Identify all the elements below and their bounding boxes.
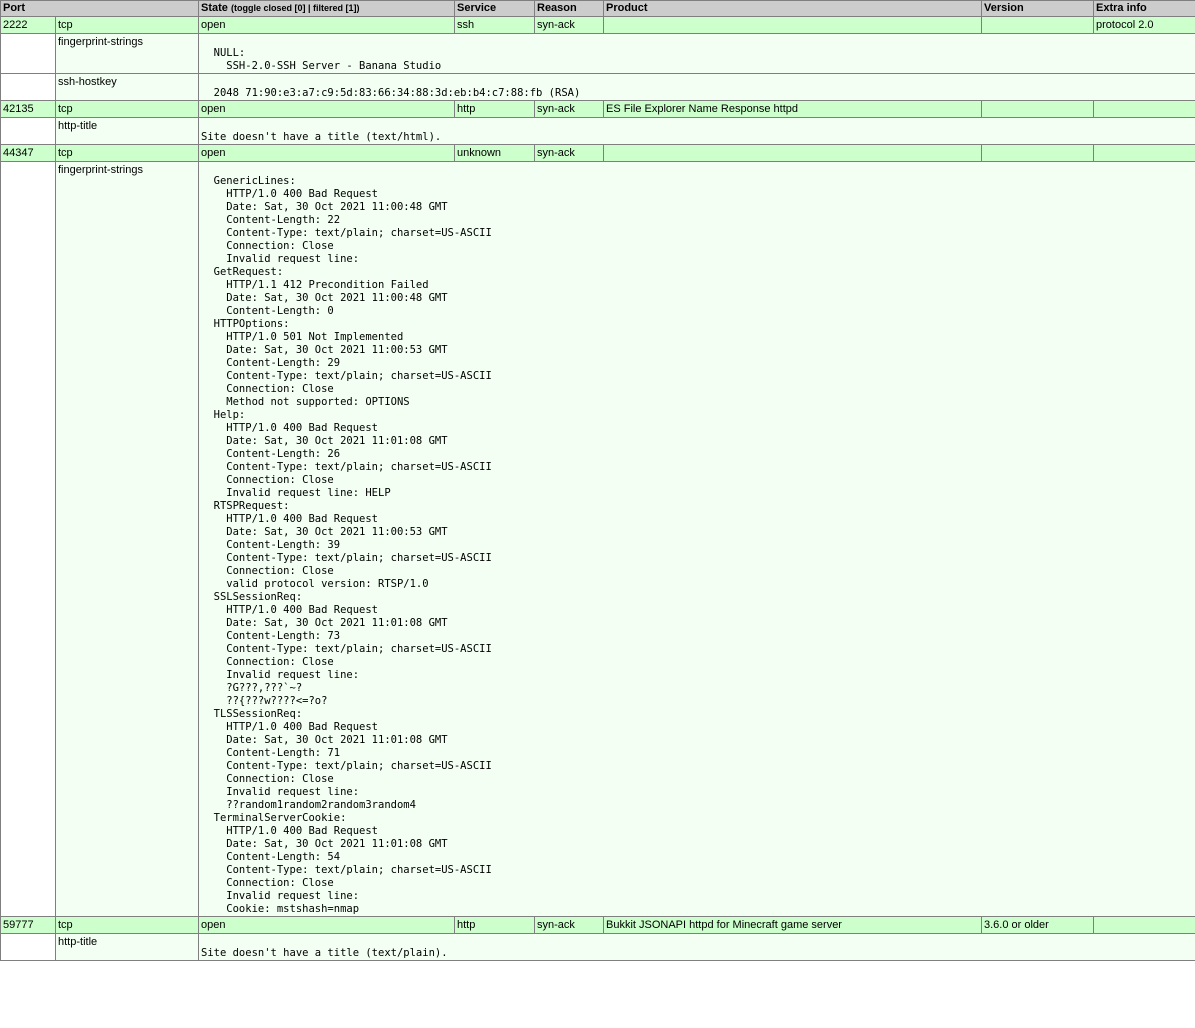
port-service: http [454,100,535,118]
script-row-42135-http-title: http-title Site doesn't have a title (te… [0,117,1195,145]
port-protocol: tcp [55,144,199,162]
port-number: 2222 [0,16,56,34]
port-row-59777: 59777 tcp open http syn-ack Bukkit JSONA… [0,916,1195,934]
ports-table: Port State (toggle closed [0] | filtered… [0,0,1195,961]
script-name: fingerprint-strings [55,33,199,74]
port-state: open [198,916,455,934]
port-extra-info [1093,100,1195,118]
script-output-cell: GenericLines: HTTP/1.0 400 Bad Request D… [198,161,1195,917]
script-row-2222-ssh-hostkey: ssh-hostkey 2048 71:90:e3:a7:c9:5d:83:66… [0,73,1195,101]
script-output-cell: Site doesn't have a title (text/plain). [198,933,1195,961]
script-output: Site doesn't have a title (text/plain). [201,947,448,959]
script-output-cell: 2048 71:90:e3:a7:c9:5d:83:66:34:88:3d:eb… [198,73,1195,101]
port-row-2222: 2222 tcp open ssh syn-ack protocol 2.0 [0,16,1195,34]
port-version [981,100,1094,118]
port-row-44347: 44347 tcp open unknown syn-ack [0,144,1195,162]
port-number: 42135 [0,100,56,118]
port-version [981,144,1094,162]
script-name: http-title [55,933,199,961]
header-extra-info: Extra info [1093,0,1195,17]
port-extra-info: protocol 2.0 [1093,16,1195,34]
script-output: 2048 71:90:e3:a7:c9:5d:83:66:34:88:3d:eb… [213,87,581,99]
header-state: State (toggle closed [0] | filtered [1]) [198,0,455,17]
header-product: Product [603,0,982,17]
port-protocol: tcp [55,916,199,934]
port-number: 59777 [0,916,56,934]
script-row-2222-fingerprint-strings: fingerprint-strings NULL: SSH-2.0-SSH Se… [0,33,1195,74]
hint-close-paren: ) [356,3,360,13]
script-name: fingerprint-strings [55,161,199,917]
port-protocol: tcp [55,100,199,118]
port-product: ES File Explorer Name Response httpd [603,100,982,118]
port-version [981,16,1094,34]
port-extra-info [1093,144,1195,162]
port-product [603,16,982,34]
port-protocol: tcp [55,16,199,34]
header-reason: Reason [534,0,604,17]
script-row-44347-fingerprint-strings: fingerprint-strings GenericLines: HTTP/1… [0,161,1195,917]
script-row-59777-http-title: http-title Site doesn't have a title (te… [0,933,1195,961]
port-state: open [198,16,455,34]
script-indent [0,117,56,145]
script-indent [0,73,56,101]
header-service: Service [454,0,535,17]
hint-separator: | [305,3,314,13]
port-row-42135: 42135 tcp open http syn-ack ES File Expl… [0,100,1195,118]
port-reason: syn-ack [534,144,604,162]
ports-body: 2222 tcp open ssh syn-ack protocol 2.0 f… [0,16,1195,961]
port-number: 44347 [0,144,56,162]
port-reason: syn-ack [534,16,604,34]
script-output-cell: NULL: SSH-2.0-SSH Server - Banana Studio [198,33,1195,74]
script-output: GenericLines: HTTP/1.0 400 Bad Request D… [213,175,492,915]
script-indent [0,161,56,917]
port-extra-info [1093,916,1195,934]
script-output-cell: Site doesn't have a title (text/html). [198,117,1195,145]
port-version: 3.6.0 or older [981,916,1094,934]
script-output: NULL: SSH-2.0-SSH Server - Banana Studio [213,47,442,72]
table-header-row: Port State (toggle closed [0] | filtered… [0,0,1195,17]
port-state: open [198,100,455,118]
script-name: http-title [55,117,199,145]
port-service: http [454,916,535,934]
script-name: ssh-hostkey [55,73,199,101]
port-product: Bukkit JSONAPI httpd for Minecraft game … [603,916,982,934]
script-indent [0,933,56,961]
port-service: unknown [454,144,535,162]
state-filter-hint: (toggle closed [0] | filtered [1]) [231,3,360,13]
port-reason: syn-ack [534,100,604,118]
header-version: Version [981,0,1094,17]
header-port: Port [0,0,199,17]
script-output: Site doesn't have a title (text/html). [201,131,442,143]
toggle-closed-link[interactable]: toggle closed [0] [234,3,306,13]
toggle-filtered-link[interactable]: filtered [1] [313,3,357,13]
script-indent [0,33,56,74]
port-state: open [198,144,455,162]
header-state-label: State [201,2,228,14]
port-reason: syn-ack [534,916,604,934]
port-product [603,144,982,162]
port-service: ssh [454,16,535,34]
